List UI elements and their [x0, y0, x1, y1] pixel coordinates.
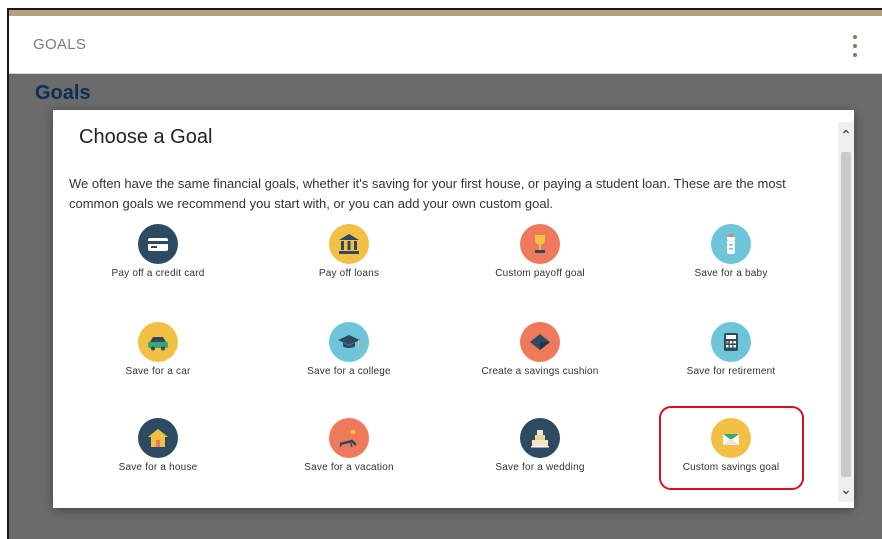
- goal-label: Save for a vacation: [304, 462, 394, 473]
- goal-save-retirement[interactable]: Save for retirement: [636, 322, 826, 382]
- header-title: GOALS: [33, 36, 87, 53]
- cushion-icon: [520, 322, 560, 362]
- app-frame: GOALS Goals Choose a Goal We often have …: [7, 8, 882, 539]
- goal-save-house[interactable]: Save for a house: [63, 418, 253, 478]
- scroll-up-icon[interactable]: ⌃: [838, 122, 854, 148]
- header-bar: GOALS: [9, 16, 882, 74]
- goal-label: Save for a house: [118, 462, 198, 473]
- goal-save-wedding[interactable]: Save for a wedding: [445, 418, 635, 478]
- goal-label: Create a savings cushion: [481, 366, 599, 377]
- goal-label: Pay off loans: [318, 268, 380, 279]
- goal-custom-payoff[interactable]: Custom payoff goal: [445, 224, 635, 284]
- scrollbar-thumb[interactable]: [841, 152, 851, 477]
- trophy-icon: [520, 224, 560, 264]
- goal-save-baby[interactable]: Save for a baby: [636, 224, 826, 284]
- scroll-down-icon[interactable]: ⌄: [838, 476, 854, 502]
- house-icon: [138, 418, 178, 458]
- choose-goal-dialog: Choose a Goal We often have the same fin…: [53, 110, 854, 508]
- baby-bottle-icon: [711, 224, 751, 264]
- goal-label: Save for a car: [125, 366, 191, 377]
- goal-pay-off-credit-card[interactable]: Pay off a credit card: [63, 224, 253, 284]
- calculator-icon: [711, 322, 751, 362]
- page-title: Goals: [35, 82, 91, 104]
- dialog-title: Choose a Goal: [79, 126, 213, 148]
- graduation-cap-icon: [329, 322, 369, 362]
- goal-label: Save for a wedding: [495, 462, 585, 473]
- beach-chair-icon: [329, 418, 369, 458]
- custom-savings-goal-highlight: [659, 406, 804, 490]
- goal-pay-off-loans[interactable]: Pay off loans: [254, 224, 444, 284]
- goal-label: Save for a college: [307, 366, 391, 377]
- bank-icon: [329, 224, 369, 264]
- dialog-scrollbar[interactable]: ⌃ ⌄: [838, 122, 854, 502]
- goal-create-savings-cushion[interactable]: Create a savings cushion: [445, 322, 635, 382]
- goal-label: Pay off a credit card: [111, 268, 205, 279]
- more-options-icon[interactable]: [850, 35, 860, 57]
- wedding-cake-icon: [520, 418, 560, 458]
- goal-label: Save for retirement: [686, 366, 776, 377]
- car-icon: [138, 322, 178, 362]
- goal-label: Custom payoff goal: [495, 268, 585, 279]
- goal-save-vacation[interactable]: Save for a vacation: [254, 418, 444, 478]
- credit-card-icon: [138, 224, 178, 264]
- dialog-description: We often have the same financial goals, …: [69, 176, 786, 211]
- goal-save-car[interactable]: Save for a car: [63, 322, 253, 382]
- goal-label: Save for a baby: [694, 268, 768, 279]
- goal-save-college[interactable]: Save for a college: [254, 322, 444, 382]
